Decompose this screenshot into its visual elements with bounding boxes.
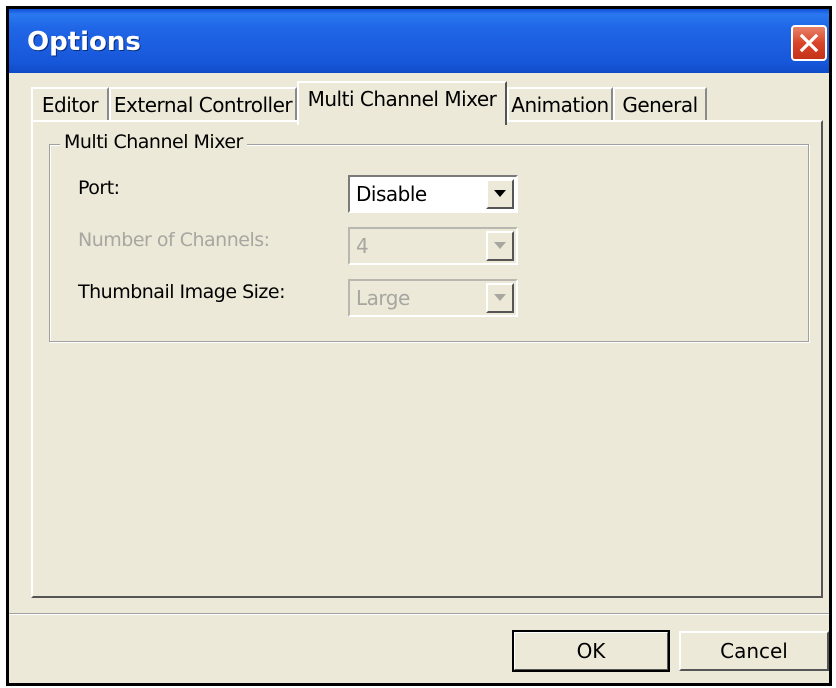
tab-label: Editor bbox=[41, 93, 99, 117]
close-icon bbox=[799, 33, 819, 53]
thumbnail-size-select[interactable]: Large bbox=[348, 279, 518, 317]
thumbnail-size-label: Thumbnail Image Size: bbox=[78, 281, 286, 303]
port-label: Port: bbox=[78, 177, 120, 199]
options-dialog: Options Editor External Controller Multi… bbox=[6, 6, 832, 686]
port-dropdown-button[interactable] bbox=[486, 179, 514, 209]
tab-label: External Controller bbox=[113, 93, 293, 117]
tab-panel: Multi Channel Mixer Port: Disable Number… bbox=[31, 120, 823, 598]
tab-label: Animation bbox=[511, 93, 609, 117]
channels-label: Number of Channels: bbox=[78, 229, 270, 251]
ok-button[interactable]: OK bbox=[512, 630, 670, 672]
group-title: Multi Channel Mixer bbox=[60, 131, 247, 153]
thumbnail-size-value: Large bbox=[356, 286, 410, 310]
multi-channel-mixer-group: Multi Channel Mixer Port: Disable Number… bbox=[49, 131, 809, 342]
cancel-button[interactable]: Cancel bbox=[679, 631, 829, 671]
channels-value: 4 bbox=[356, 234, 369, 258]
tab-label: General bbox=[622, 93, 698, 117]
port-select[interactable]: Disable bbox=[348, 175, 518, 213]
close-button[interactable] bbox=[791, 25, 827, 61]
tab-label: Multi Channel Mixer bbox=[307, 87, 497, 111]
tab-animation[interactable]: Animation bbox=[507, 87, 613, 121]
button-separator bbox=[9, 613, 829, 615]
chevron-down-icon bbox=[494, 242, 506, 249]
tab-editor[interactable]: Editor bbox=[31, 87, 109, 121]
tab-multi-channel-mixer[interactable]: Multi Channel Mixer bbox=[297, 81, 507, 125]
chevron-down-icon bbox=[494, 294, 506, 301]
tab-strip: Editor External Controller Multi Channel… bbox=[31, 81, 819, 125]
title-bar[interactable]: Options bbox=[9, 9, 829, 73]
channels-dropdown-button[interactable] bbox=[486, 231, 514, 261]
chevron-down-icon bbox=[494, 190, 506, 197]
tab-external-controller[interactable]: External Controller bbox=[109, 87, 297, 121]
tab-general[interactable]: General bbox=[613, 87, 707, 121]
window-title: Options bbox=[27, 27, 141, 57]
port-value: Disable bbox=[356, 182, 427, 206]
channels-select[interactable]: 4 bbox=[348, 227, 518, 265]
thumbnail-size-dropdown-button[interactable] bbox=[486, 283, 514, 313]
